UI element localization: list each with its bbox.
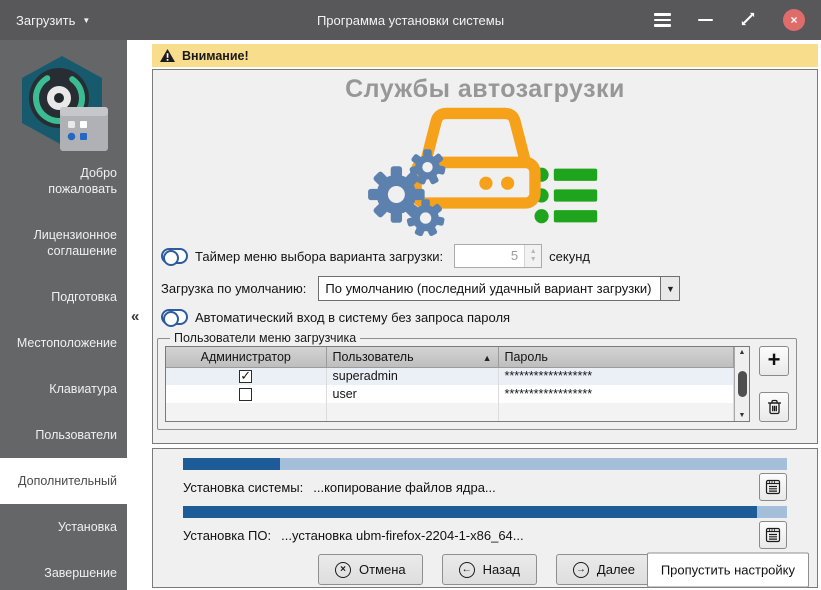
autologin-toggle[interactable] <box>161 309 188 325</box>
system-progress-label: Установка системы: <box>183 480 303 495</box>
plus-icon: + <box>768 349 781 371</box>
default-boot-value: По умолчанию (последний удачный вариант … <box>319 277 660 300</box>
page-title: Службы автозагрузки <box>153 75 817 104</box>
back-icon: ← <box>459 562 475 578</box>
sidebar-item[interactable]: Добро пожаловать <box>0 165 127 197</box>
sidebar: Добро пожаловать Лицензионное соглашение П… <box>0 40 127 590</box>
user-password-cell[interactable]: ****************** <box>498 367 734 385</box>
load-menu-button[interactable]: Загрузить ▼ <box>16 13 90 28</box>
system-progress-fill <box>183 458 280 470</box>
trash-icon <box>767 399 782 415</box>
scroll-up-icon[interactable]: ▲ <box>739 349 746 356</box>
boot-users-group: Пользователи меню загрузчика Администрат… <box>157 331 797 430</box>
timer-value[interactable]: 5 <box>455 245 524 267</box>
warning-label: Внимание! <box>182 49 249 63</box>
delete-user-button[interactable] <box>759 392 789 422</box>
timer-spinbox[interactable]: 5 ▲ ▼ <box>454 244 542 268</box>
close-button[interactable]: × <box>783 9 805 31</box>
autologin-label: Автоматический вход в систему без запрос… <box>195 310 510 325</box>
software-progress-fill <box>183 506 757 518</box>
content-panel: Службы автозагрузки <box>152 69 818 444</box>
load-menu-label: Загрузить <box>16 13 75 28</box>
user-name-cell[interactable]: user <box>326 385 498 403</box>
spin-up-icon[interactable]: ▲ <box>530 248 537 256</box>
list-icon <box>535 168 598 224</box>
next-icon: → <box>573 562 589 578</box>
sidebar-item[interactable]: Пользователи <box>0 427 127 443</box>
collapse-sidebar-button[interactable]: « <box>131 308 139 325</box>
add-user-button[interactable]: + <box>759 346 789 376</box>
column-header-user[interactable]: Пользователь ▲ <box>326 347 498 367</box>
next-button[interactable]: → Далее <box>556 554 652 585</box>
scrollbar-thumb[interactable] <box>738 371 747 397</box>
users-table: Администратор Пользователь ▲ Пароль ✓ sup… <box>165 346 750 422</box>
warning-banner: Внимание! <box>152 44 818 67</box>
sidebar-item[interactable]: Местоположение <box>0 335 127 351</box>
chevron-down-icon: ▼ <box>82 16 90 25</box>
sidebar-strip: « <box>127 40 152 590</box>
journal-icon <box>765 527 781 543</box>
admin-checkbox[interactable] <box>239 388 252 401</box>
sidebar-item[interactable]: Завершение <box>0 565 127 581</box>
default-boot-label: Загрузка по умолчанию: <box>161 281 306 296</box>
sidebar-nav: Добро пожаловать Лицензионное соглашение П… <box>0 165 127 581</box>
system-progressbar <box>183 458 787 470</box>
close-icon: × <box>790 14 797 26</box>
window-title: Программа установки системы <box>317 13 504 28</box>
sidebar-item[interactable]: Установка <box>0 519 127 535</box>
scroll-down-icon[interactable]: ▼ <box>739 412 746 419</box>
column-header-admin[interactable]: Администратор <box>166 347 326 367</box>
software-progressbar <box>183 506 787 518</box>
boot-services-illustration <box>153 104 817 236</box>
software-log-button[interactable] <box>759 521 787 549</box>
dropdown-arrow-icon[interactable]: ▼ <box>660 277 679 300</box>
progress-panel: Установка системы: ...копирование файлов… <box>152 448 818 588</box>
users-table-body: ✓ superadmin******************user*******… <box>166 367 734 421</box>
sidebar-item[interactable]: Дополнительный <box>0 458 127 504</box>
minimize-button[interactable] <box>698 19 713 22</box>
timer-label: Таймер меню выбора варианта загрузки: <box>195 249 443 264</box>
back-button[interactable]: ← Назад <box>442 554 537 585</box>
installer-logo-icon <box>12 53 116 153</box>
user-row[interactable]: user****************** <box>166 385 734 403</box>
menu-icon[interactable] <box>654 13 671 27</box>
sidebar-item[interactable]: Клавиатура <box>0 381 127 397</box>
sort-asc-icon: ▲ <box>483 353 492 363</box>
sidebar-item[interactable]: Лицензионное соглашение <box>0 227 127 259</box>
timer-unit-label: секунд <box>549 249 590 264</box>
empty-row <box>166 403 734 421</box>
maximize-button[interactable] <box>740 11 756 30</box>
warning-icon <box>160 49 175 62</box>
table-scrollbar[interactable]: ▲ ▼ <box>734 347 749 421</box>
timer-spin-buttons[interactable]: ▲ ▼ <box>524 245 541 267</box>
timer-toggle[interactable] <box>161 248 188 264</box>
resize-icon <box>740 11 756 27</box>
software-progress-label: Установка ПО: <box>183 528 271 543</box>
cancel-button[interactable]: × Отмена <box>318 554 423 585</box>
boot-users-legend: Пользователи меню загрузчика <box>170 331 360 345</box>
journal-icon <box>765 479 781 495</box>
window-controls: × <box>654 9 805 31</box>
spin-down-icon[interactable]: ▼ <box>530 256 537 264</box>
system-log-button[interactable] <box>759 473 787 501</box>
titlebar: Загрузить ▼ Программа установки системы … <box>0 0 821 40</box>
system-progress-status: ...копирование файлов ядра... <box>313 480 496 495</box>
user-row[interactable]: ✓ superadmin****************** <box>166 367 734 385</box>
gears-icon <box>368 149 446 236</box>
cancel-icon: × <box>335 562 351 578</box>
software-progress-status: ...установка ubm-firefox-2204-1-x86_64..… <box>281 528 524 543</box>
column-header-password[interactable]: Пароль <box>498 347 734 367</box>
sidebar-item[interactable]: Подготовка <box>0 289 127 305</box>
admin-checkbox[interactable]: ✓ <box>239 370 252 383</box>
boot-drive-icon <box>360 104 610 236</box>
skip-settings-button[interactable]: Пропустить настройку <box>647 552 809 587</box>
user-password-cell[interactable]: ****************** <box>498 385 734 403</box>
user-name-cell[interactable]: superadmin <box>326 367 498 385</box>
default-boot-select[interactable]: По умолчанию (последний удачный вариант … <box>318 276 680 301</box>
